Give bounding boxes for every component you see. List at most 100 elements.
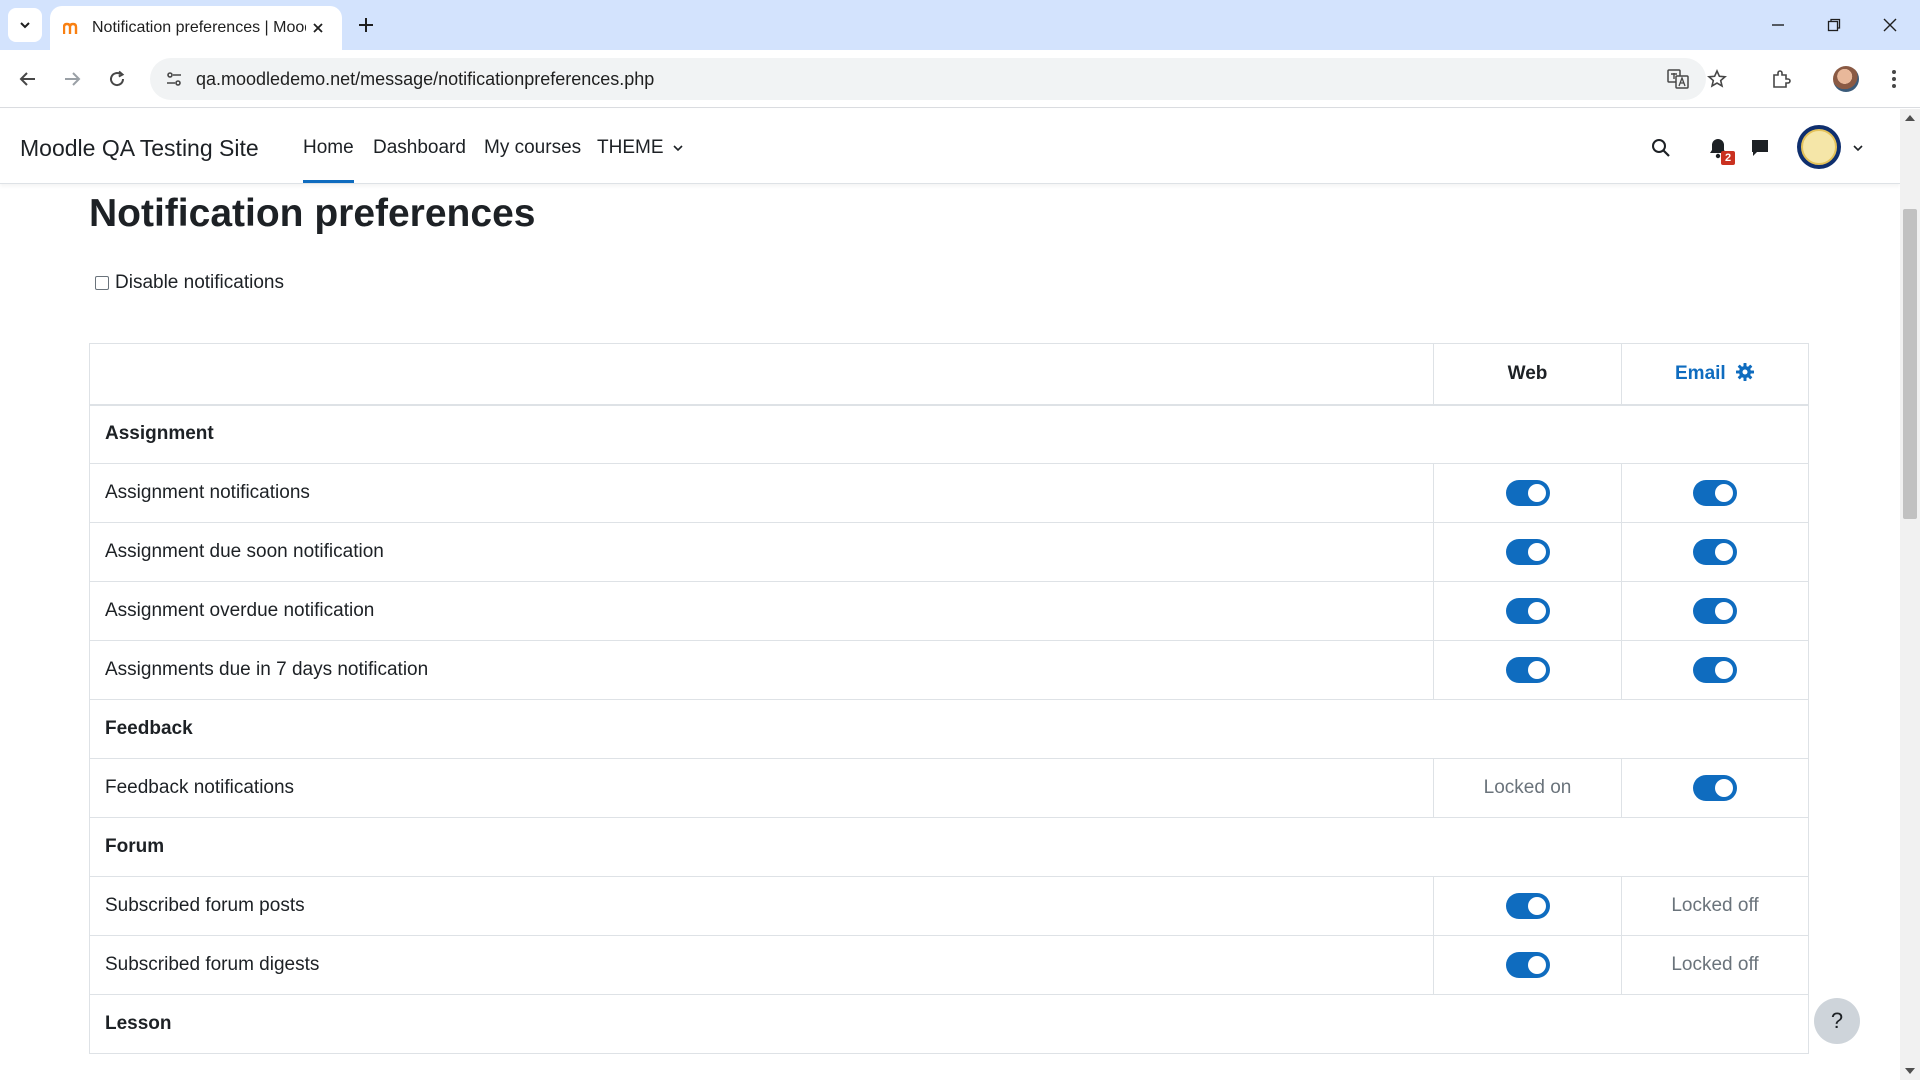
web-cell [1433,876,1622,936]
email-cell [1621,522,1809,582]
reload-button[interactable] [101,63,133,95]
chat-icon [1752,140,1768,156]
email-toggle[interactable] [1693,598,1737,624]
notification-count-badge: 2 [1721,151,1735,165]
email-toggle[interactable] [1693,775,1737,801]
minimize-button[interactable] [1750,0,1806,50]
column-email-label[interactable]: Email [1675,363,1726,384]
chevron-down-icon [673,145,683,152]
web-toggle[interactable] [1505,893,1550,919]
preference-row: Assignment overdue notification [89,581,1809,641]
email-cell [1621,640,1809,700]
extensions-button[interactable] [1765,63,1797,95]
email-cell: Locked off [1621,876,1809,936]
browser-tab[interactable]: Notification preferences | Mood [50,6,342,50]
notification-preferences-table: Web Email Assignment Assignment notifica… [89,343,1809,1054]
nav-my-courses[interactable]: My courses [484,137,581,159]
close-tab-icon[interactable] [306,16,330,40]
scroll-down-arrow[interactable] [1905,1068,1915,1074]
preference-row: Assignment due soon notification [89,522,1809,582]
group-heading: Lesson [89,994,1809,1054]
url-text: qa.moodledemo.net/message/notificationpr… [196,68,655,89]
web-cell: Locked on [1433,758,1622,818]
column-web-label: Web [1507,362,1548,384]
user-menu-toggle[interactable] [1843,133,1873,163]
web-toggle[interactable] [1505,657,1550,683]
nav-theme[interactable]: THEME [597,137,684,159]
web-toggle[interactable] [1505,539,1550,565]
tab-search-button[interactable] [8,8,42,42]
chevron-down-icon [20,22,30,29]
email-locked-status: Locked off [1671,954,1759,975]
close-window-button[interactable] [1862,0,1918,50]
notifications-button[interactable]: 2 [1703,133,1735,165]
group-row: Feedback [89,699,1809,759]
main-content: Notification preferences Disable notific… [0,184,1900,1080]
email-cell [1621,463,1809,523]
arrow-left-icon [19,72,35,86]
star-icon [1707,69,1727,88]
site-info-icon[interactable] [158,63,190,95]
preference-label: Assignment due soon notification [89,522,1434,582]
group-row: Assignment [89,404,1809,464]
page-title: Notification preferences [89,192,536,235]
preference-row: Feedback notifications Locked on [89,758,1809,818]
email-toggle[interactable] [1693,539,1737,565]
group-heading: Assignment [89,404,1809,464]
email-toggle[interactable] [1693,657,1737,683]
disable-notifications-label: Disable notifications [115,272,284,293]
preference-row: Subscribed forum posts Locked off [89,876,1809,936]
disable-notifications-checkbox[interactable] [95,276,109,290]
profile-avatar [1833,66,1859,92]
forward-button[interactable] [56,63,88,95]
profile-button[interactable] [1830,63,1862,95]
page-scrollbar[interactable] [1900,109,1920,1080]
new-tab-button[interactable] [352,11,380,39]
disable-notifications-control[interactable]: Disable notifications [95,272,284,294]
header-blank [89,343,1434,406]
messages-button[interactable] [1745,133,1775,163]
web-cell [1433,581,1622,641]
web-locked-status: Locked on [1483,777,1572,798]
web-cell [1433,640,1622,700]
puzzle-icon [1773,70,1791,88]
preference-row: Subscribed forum digests Locked off [89,935,1809,995]
search-button[interactable] [1646,133,1676,163]
web-toggle[interactable] [1505,598,1550,624]
bookmark-star-button[interactable] [1701,63,1733,95]
site-navbar: Moodle QA Testing Site Home Dashboard My… [0,109,1900,184]
preference-label: Subscribed forum digests [89,935,1434,995]
preference-label: Subscribed forum posts [89,876,1434,936]
avatar-face [1801,129,1837,165]
browser-menu-button[interactable] [1878,63,1910,95]
chevron-down-icon [1853,145,1863,152]
nav-home[interactable]: Home [303,137,354,183]
group-heading: Feedback [89,699,1809,759]
address-bar[interactable]: qa.moodledemo.net/message/notificationpr… [150,58,1706,100]
close-icon [1883,18,1897,32]
nav-theme-label: THEME [597,137,664,158]
column-web-header: Web [1433,343,1622,406]
user-menu-avatar[interactable] [1797,125,1841,169]
help-button[interactable]: ? [1814,998,1860,1044]
site-name[interactable]: Moodle QA Testing Site [20,135,259,162]
scrollbar-thumb[interactable] [1903,209,1917,519]
table-header-row: Web Email [89,343,1809,406]
restore-button[interactable] [1806,0,1862,50]
group-row: Lesson [89,994,1809,1054]
gear-icon[interactable] [1735,362,1755,382]
preference-label: Assignments due in 7 days notification [89,640,1434,700]
web-toggle[interactable] [1505,480,1550,506]
nav-dashboard[interactable]: Dashboard [373,137,466,159]
translate-icon[interactable] [1662,63,1694,95]
column-email-header[interactable]: Email [1621,343,1809,406]
email-cell [1621,758,1809,818]
scroll-up-arrow[interactable] [1905,115,1915,121]
more-vertical-icon [1892,70,1896,88]
browser-tabstrip: Notification preferences | Mood [0,0,1920,50]
web-cell [1433,935,1622,995]
web-toggle[interactable] [1505,952,1550,978]
email-toggle[interactable] [1693,480,1737,506]
back-button[interactable] [12,63,44,95]
restore-icon [1827,18,1841,32]
